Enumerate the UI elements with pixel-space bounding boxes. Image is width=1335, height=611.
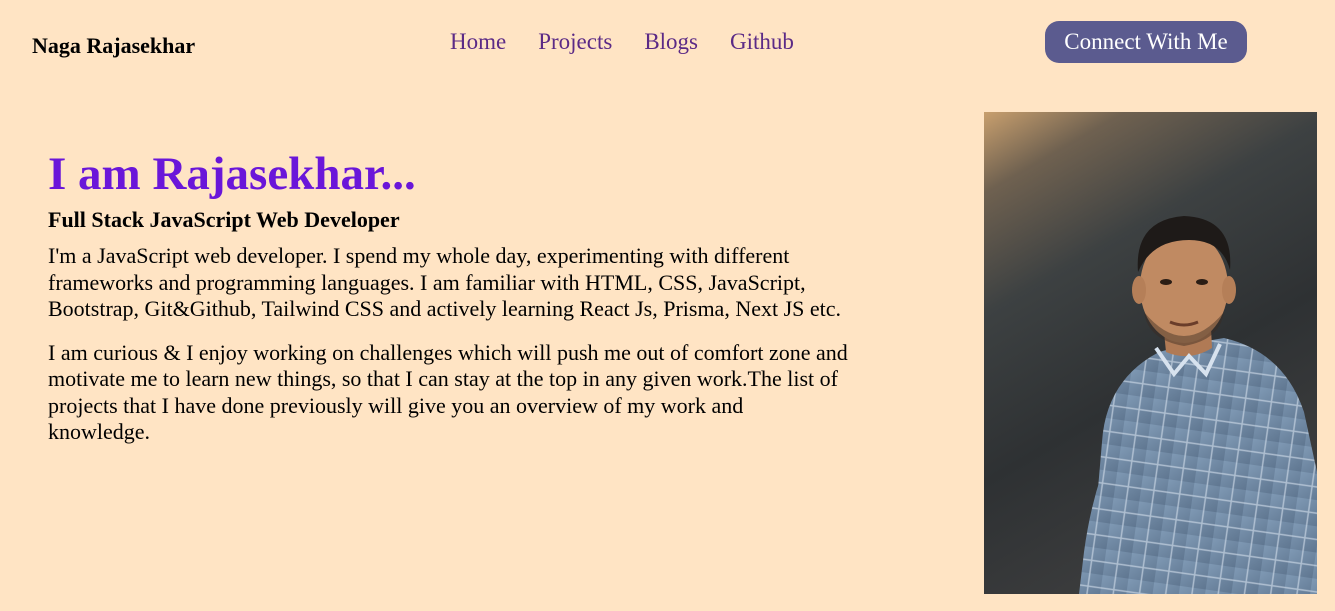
hero-section: I am Rajasekhar... Full Stack JavaScript… <box>48 148 848 446</box>
nav-link-home[interactable]: Home <box>450 28 506 56</box>
nav-link-blogs[interactable]: Blogs <box>644 28 698 56</box>
nav-link-projects[interactable]: Projects <box>538 28 612 56</box>
hero-subtitle: Full Stack JavaScript Web Developer <box>48 207 400 232</box>
brand-name: Naga Rajasekhar <box>32 33 196 58</box>
about-paragraph: I am curious & I enjoy working on challe… <box>48 339 848 445</box>
nav-links: Home Projects Blogs Github <box>450 28 794 56</box>
hero-title: I am Rajasekhar... <box>48 148 416 200</box>
navbar: Naga Rajasekhar Home Projects Blogs Gith… <box>0 0 1335 90</box>
connect-with-me-button[interactable]: Connect With Me <box>1045 21 1247 63</box>
profile-photo <box>984 112 1317 594</box>
nav-link-github[interactable]: Github <box>730 28 794 56</box>
intro-paragraph: I'm a JavaScript web developer. I spend … <box>48 243 842 321</box>
